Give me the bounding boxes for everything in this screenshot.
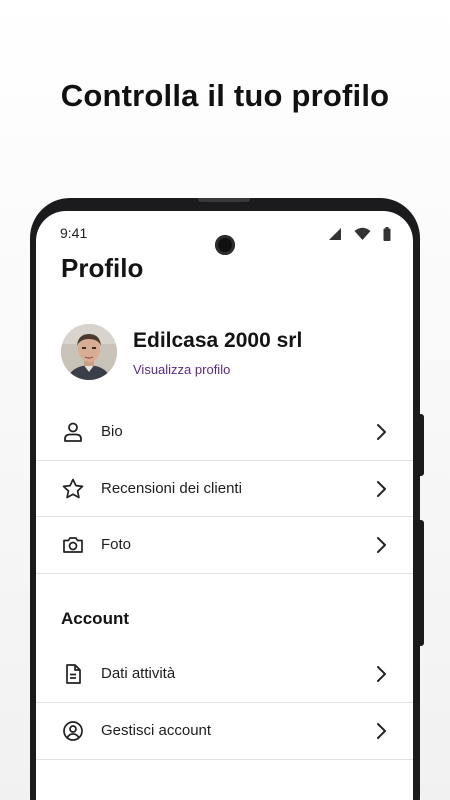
battery-icon — [383, 227, 391, 241]
status-bar: 9:41 — [36, 223, 413, 255]
menu-item-label: Bio — [101, 423, 123, 440]
front-camera — [215, 235, 235, 255]
headline: Controlla il tuo profilo — [60, 78, 390, 113]
signal-icon — [329, 228, 341, 240]
person-icon — [64, 422, 82, 442]
status-icons — [328, 227, 391, 241]
divider — [36, 573, 413, 574]
volume-button — [418, 414, 424, 476]
user-circle-icon — [63, 721, 83, 741]
page-title: Profilo — [61, 253, 144, 283]
chevron-right-icon — [377, 666, 386, 682]
chevron-right-icon — [377, 537, 386, 553]
chevron-right-icon — [377, 424, 386, 440]
menu-item-photos[interactable]: Foto — [36, 517, 413, 573]
menu-item-label: Recensioni dei clienti — [101, 480, 242, 497]
menu-item-reviews[interactable]: Recensioni dei clienti — [36, 461, 413, 517]
menu-item-label: Foto — [101, 536, 132, 553]
divider — [36, 759, 413, 760]
view-profile-link[interactable]: Visualizza profilo — [133, 362, 230, 377]
chevron-right-icon — [377, 723, 386, 739]
wifi-icon — [354, 227, 371, 240]
star-icon — [62, 478, 84, 499]
menu-item-business-data[interactable]: Dati attività — [36, 646, 413, 702]
menu-item-manage-account[interactable]: Gestisci account — [36, 703, 413, 759]
status-time: 9:41 — [60, 225, 88, 241]
section-title-account: Account — [61, 609, 129, 628]
menu-item-label: Dati attività — [101, 665, 176, 682]
phone-speaker-slot — [198, 198, 250, 202]
profile-card[interactable]: Edilcasa 2000 srl Visualizza profilo — [61, 324, 401, 384]
chevron-right-icon — [377, 481, 386, 497]
company-name: Edilcasa 2000 srl — [133, 329, 303, 352]
avatar-photo — [61, 324, 117, 380]
camera-icon — [63, 537, 83, 553]
power-button — [418, 520, 424, 646]
menu-item-bio[interactable]: Bio — [36, 404, 413, 460]
phone-screen: 9:41 Profilo Edilcasa 2000 srl Visualizz… — [36, 211, 413, 800]
avatar[interactable] — [61, 324, 117, 380]
document-icon — [66, 664, 81, 684]
menu-item-label: Gestisci account — [101, 722, 212, 739]
